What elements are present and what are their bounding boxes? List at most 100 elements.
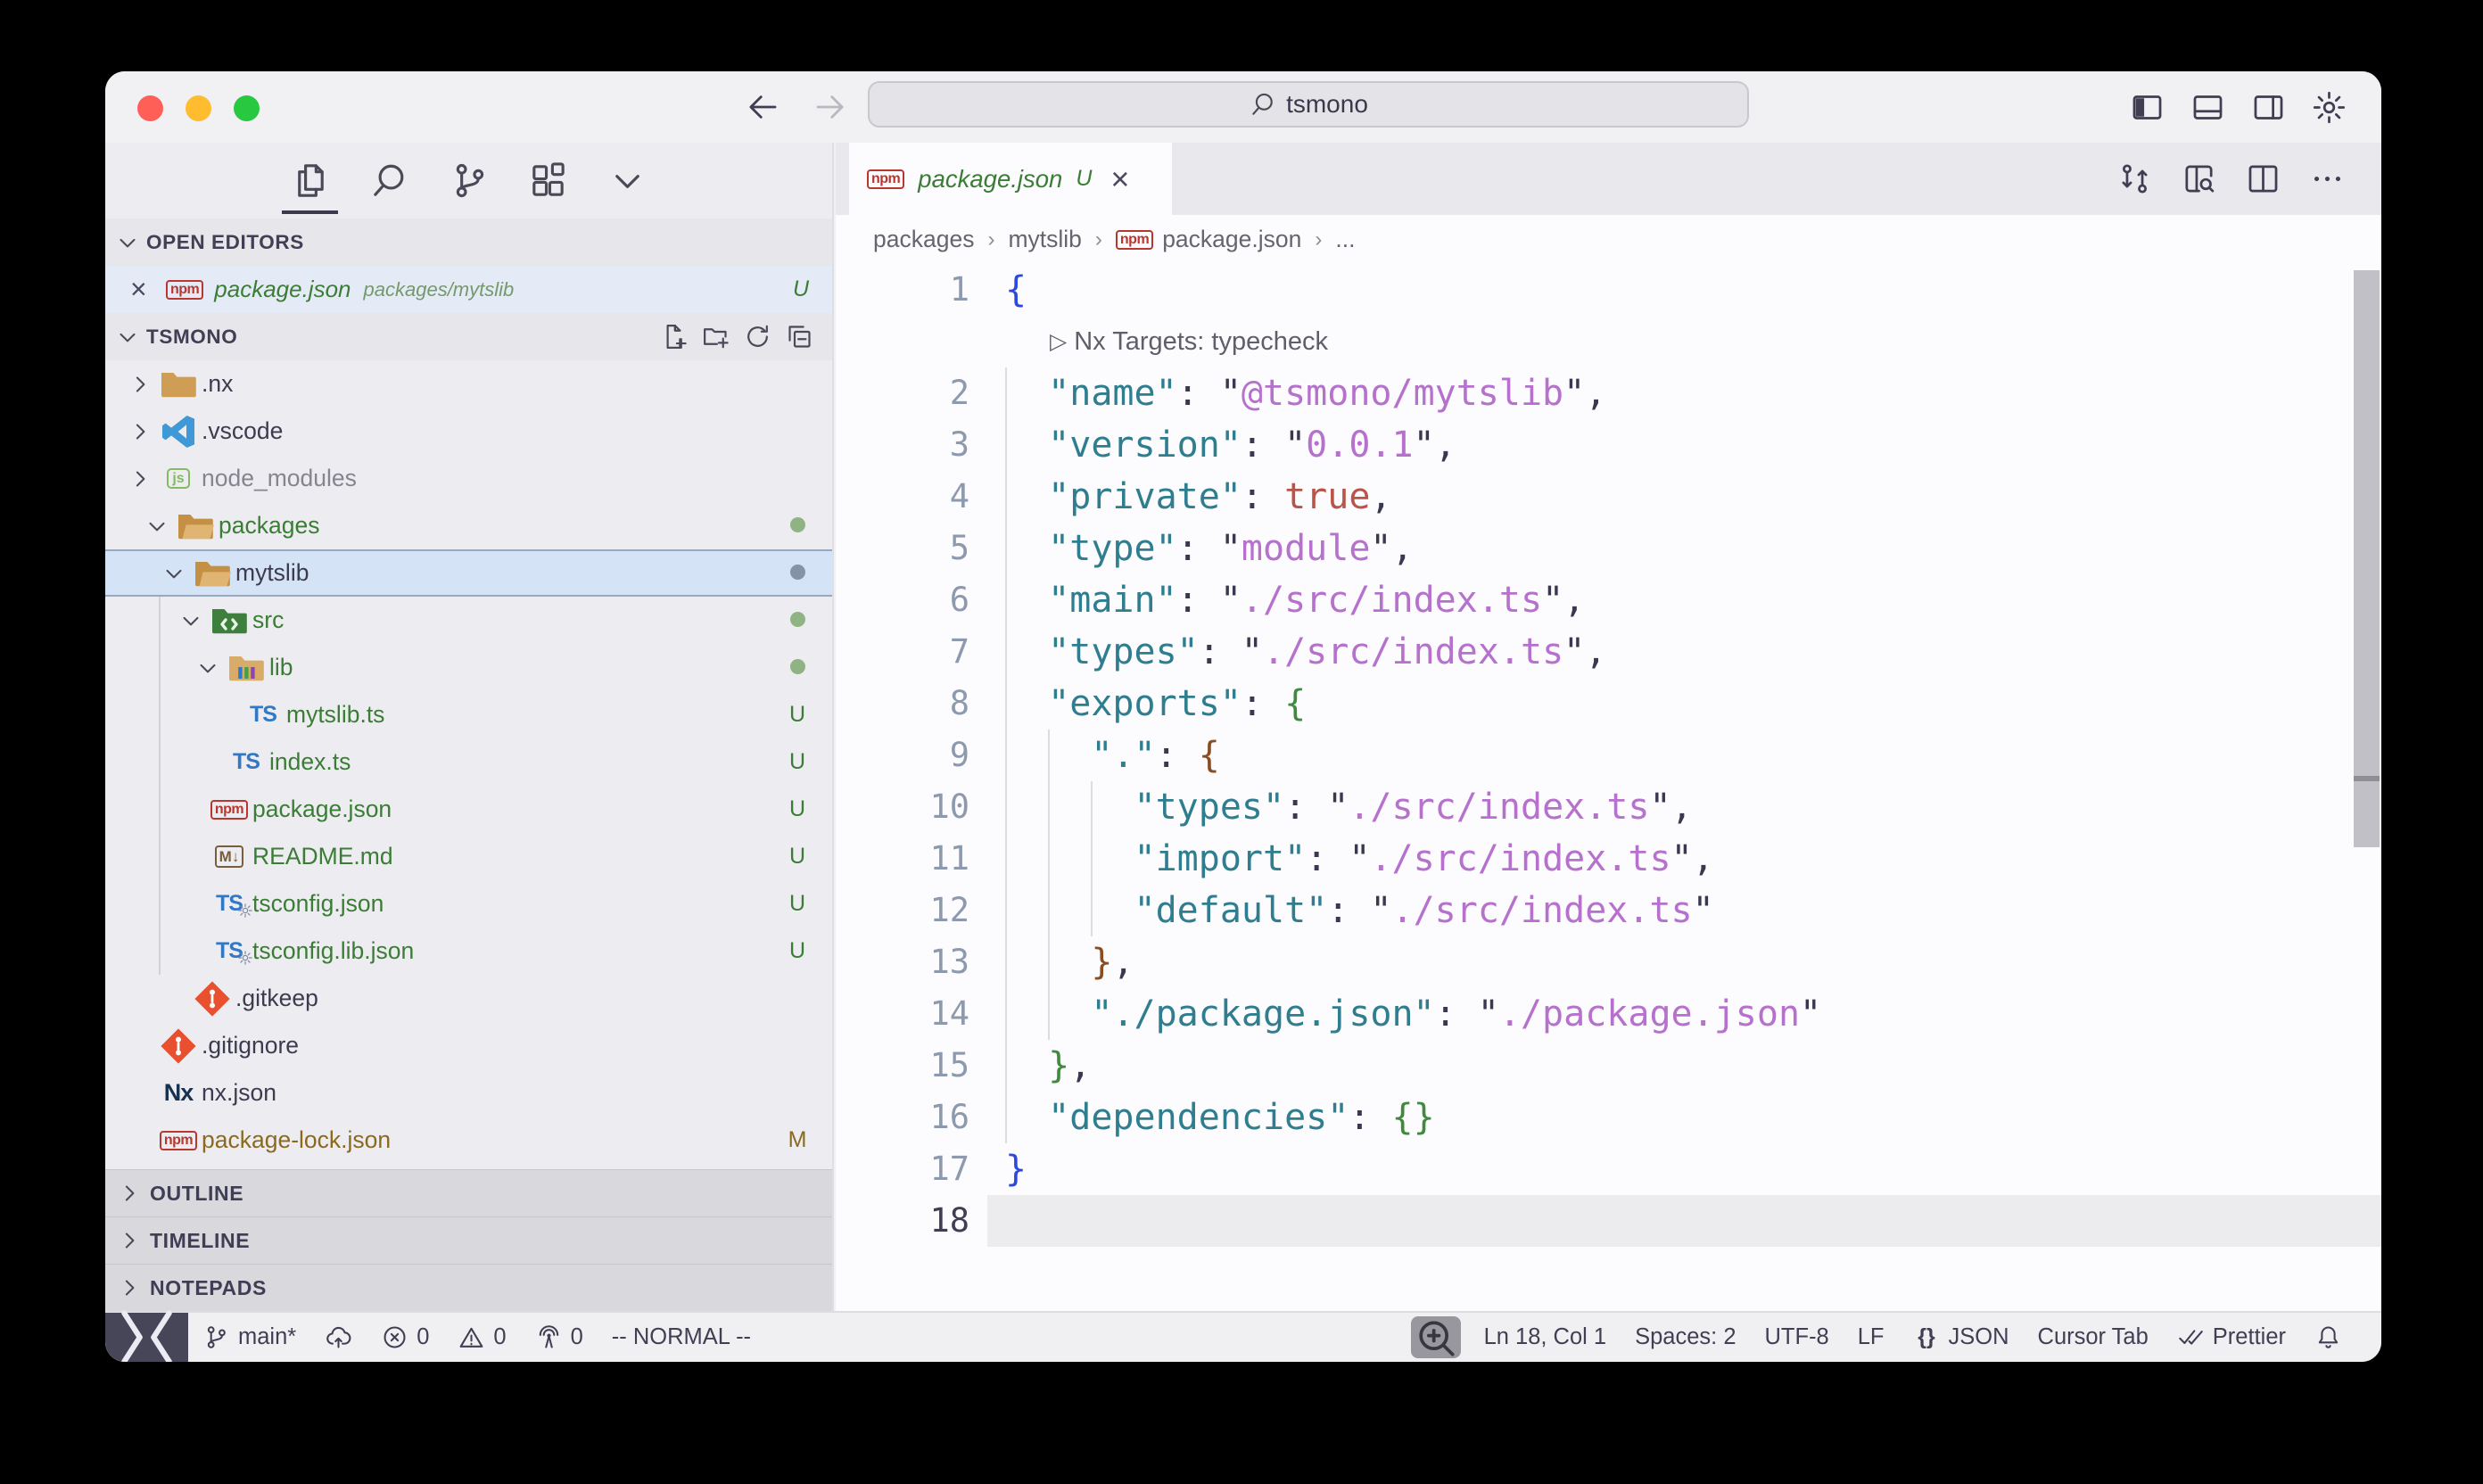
toggle-panel-icon[interactable] (2190, 89, 2226, 126)
forward-button[interactable] (812, 88, 849, 126)
statusbar-eol[interactable]: LF (1858, 1324, 1885, 1350)
sidebar-item-package-json[interactable]: npmpackage.jsonU (105, 786, 832, 833)
command-center-search[interactable]: tsmono (868, 81, 1749, 128)
statusbar-vim-mode[interactable]: -- NORMAL -- (612, 1324, 751, 1350)
activity-search-icon[interactable] (368, 160, 410, 202)
statusbar-formatter[interactable]: Prettier (2177, 1323, 2286, 1351)
new-folder-icon[interactable] (701, 322, 730, 351)
statusbar-language-mode[interactable]: {}JSON (1913, 1323, 2009, 1351)
panel-notepads[interactable]: NOTEPADS (105, 1264, 832, 1311)
back-button[interactable] (744, 88, 781, 126)
file-label: README.md (252, 843, 393, 870)
maximize-window-button[interactable] (234, 95, 260, 121)
breadcrumb-item-[interactable]: ... (1335, 226, 1355, 253)
code-line-10: 10 "types": "./src/index.ts", (836, 781, 2381, 833)
breadcrumb-item-packages[interactable]: packages (873, 226, 974, 253)
sidebar-item-readme-md[interactable]: M↓README.mdU (105, 833, 832, 880)
sidebar-item-lib[interactable]: lib (105, 644, 832, 691)
open-editor-item[interactable]: ×npmpackage.jsonpackages/mytslibU (105, 266, 832, 313)
sidebar-item-tsconfig-json[interactable]: TStsconfig.jsonU (105, 880, 832, 928)
panel-outline[interactable]: OUTLINE (105, 1169, 832, 1216)
chevron-down-icon (157, 560, 191, 587)
explorer-header[interactable]: TSMONO (105, 313, 832, 360)
compare-icon[interactable] (2116, 161, 2153, 197)
indent-guide (1005, 988, 1007, 1040)
line-number: 13 (836, 936, 969, 988)
tab-package-json[interactable]: npm package.json U × (849, 143, 1172, 215)
indent-guide (1005, 523, 1007, 574)
close-window-button[interactable] (137, 95, 163, 121)
warning-icon (458, 1323, 485, 1351)
statusbar-warnings[interactable]: 0 (458, 1323, 506, 1351)
close-editor-icon[interactable]: × (130, 273, 166, 306)
activity-extensions-icon[interactable] (527, 160, 569, 202)
indent-guide (1048, 936, 1050, 988)
activity-source-control-icon[interactable] (448, 160, 490, 202)
indent-guide (1048, 885, 1050, 936)
statusbar-ports[interactable]: 0 (535, 1323, 583, 1351)
breadcrumb-item-mytslib[interactable]: mytslib (1008, 226, 1081, 253)
sidebar-item-src[interactable]: src (105, 597, 832, 644)
toggle-sidebar-icon[interactable] (2129, 89, 2165, 126)
line-number: 3 (836, 419, 969, 471)
code-line-13: 13 }, (836, 936, 2381, 988)
activity-more-views-icon[interactable] (606, 160, 648, 202)
code-editor[interactable]: 1{▷Nx Targets: typecheck2 "name": "@tsmo… (836, 264, 2381, 1311)
statusbar-git-branch[interactable]: main* (202, 1323, 296, 1351)
sidebar-item-tsconfig-lib-json[interactable]: TStsconfig.lib.jsonU (105, 928, 832, 975)
statusbar-indentation[interactable]: Spaces: 2 (1635, 1324, 1736, 1350)
git-status-dot (782, 607, 813, 633)
activity-explorer-icon[interactable] (289, 160, 331, 202)
file-label: .gitignore (202, 1032, 299, 1059)
sidebar-item-vscode[interactable]: .vscode (105, 408, 832, 455)
sidebar-item-mytslib-ts[interactable]: TSmytslib.tsU (105, 691, 832, 738)
statusbar-cursor-tab[interactable]: Cursor Tab (2038, 1324, 2149, 1350)
close-tab-icon[interactable]: × (1110, 163, 1129, 195)
sidebar-item-gitkeep[interactable]: .gitkeep (105, 975, 832, 1022)
statusbar-sync-changes[interactable] (325, 1323, 352, 1351)
minimize-window-button[interactable] (186, 95, 211, 121)
ellipsis-icon[interactable] (2309, 161, 2346, 197)
indent-guide (1005, 885, 1007, 936)
new-file-icon[interactable] (659, 322, 689, 351)
git-status-badge: U (782, 702, 813, 728)
chevron-down-icon (191, 655, 225, 681)
breadcrumb: packages›mytslib›npmpackage.json›... (836, 215, 2381, 264)
breadcrumb-separator: › (987, 227, 994, 252)
sidebar-item-nx[interactable]: .nx (105, 360, 832, 408)
open-editors-header[interactable]: OPEN EDITORS (105, 218, 832, 266)
preview-icon[interactable] (2181, 161, 2217, 197)
toggle-secondary-sidebar-icon[interactable] (2250, 89, 2287, 126)
sidebar-item-node-modules[interactable]: jsnode_modules (105, 455, 832, 502)
collapse-all-icon[interactable] (785, 322, 814, 351)
zoom-indicator[interactable] (1411, 1316, 1461, 1358)
codelens[interactable]: ▷Nx Targets: typecheck (1050, 316, 1328, 367)
split-icon[interactable] (2245, 161, 2281, 197)
gear-icon[interactable] (2311, 89, 2347, 126)
breadcrumb-item-package-json[interactable]: npmpackage.json (1116, 226, 1301, 253)
sidebar-item-package-lock-json[interactable]: npmpackage-lock.jsonM (105, 1117, 832, 1164)
line-number: 11 (836, 833, 969, 885)
indent-guide (1005, 730, 1007, 781)
sidebar-item-mytslib[interactable]: mytslib (105, 549, 832, 597)
sidebar-item-packages[interactable]: packages (105, 502, 832, 549)
indent-guide (1091, 885, 1093, 936)
statusbar-encoding[interactable]: UTF-8 (1765, 1324, 1829, 1350)
statusbar-notifications[interactable] (2314, 1323, 2342, 1351)
indent-guide (1048, 781, 1050, 833)
chevron-down-icon (174, 607, 208, 634)
status-bar: main* 0 0 0 -- NORMAL -- Ln 18, Col 1 Spaces:… (105, 1311, 2381, 1362)
line-number: 4 (836, 471, 969, 523)
remote-indicator[interactable] (105, 1313, 188, 1362)
vscode-window: tsmono OPEN EDITORS ×npmpackage.jsonpack… (105, 71, 2381, 1362)
sidebar-item-nx-json[interactable]: Nxnx.json (105, 1069, 832, 1117)
sidebar-item-gitignore[interactable]: .gitignore (105, 1022, 832, 1069)
statusbar-cursor-position[interactable]: Ln 18, Col 1 (1484, 1324, 1607, 1350)
sidebar-item-index-ts[interactable]: TSindex.tsU (105, 738, 832, 786)
statusbar-errors[interactable]: 0 (381, 1323, 429, 1351)
refresh-icon[interactable] (743, 322, 772, 351)
explorer-actions (659, 322, 814, 351)
panel-timeline[interactable]: TIMELINE (105, 1216, 832, 1264)
file-label: src (252, 606, 284, 634)
scrollbar[interactable] (2354, 270, 2380, 847)
